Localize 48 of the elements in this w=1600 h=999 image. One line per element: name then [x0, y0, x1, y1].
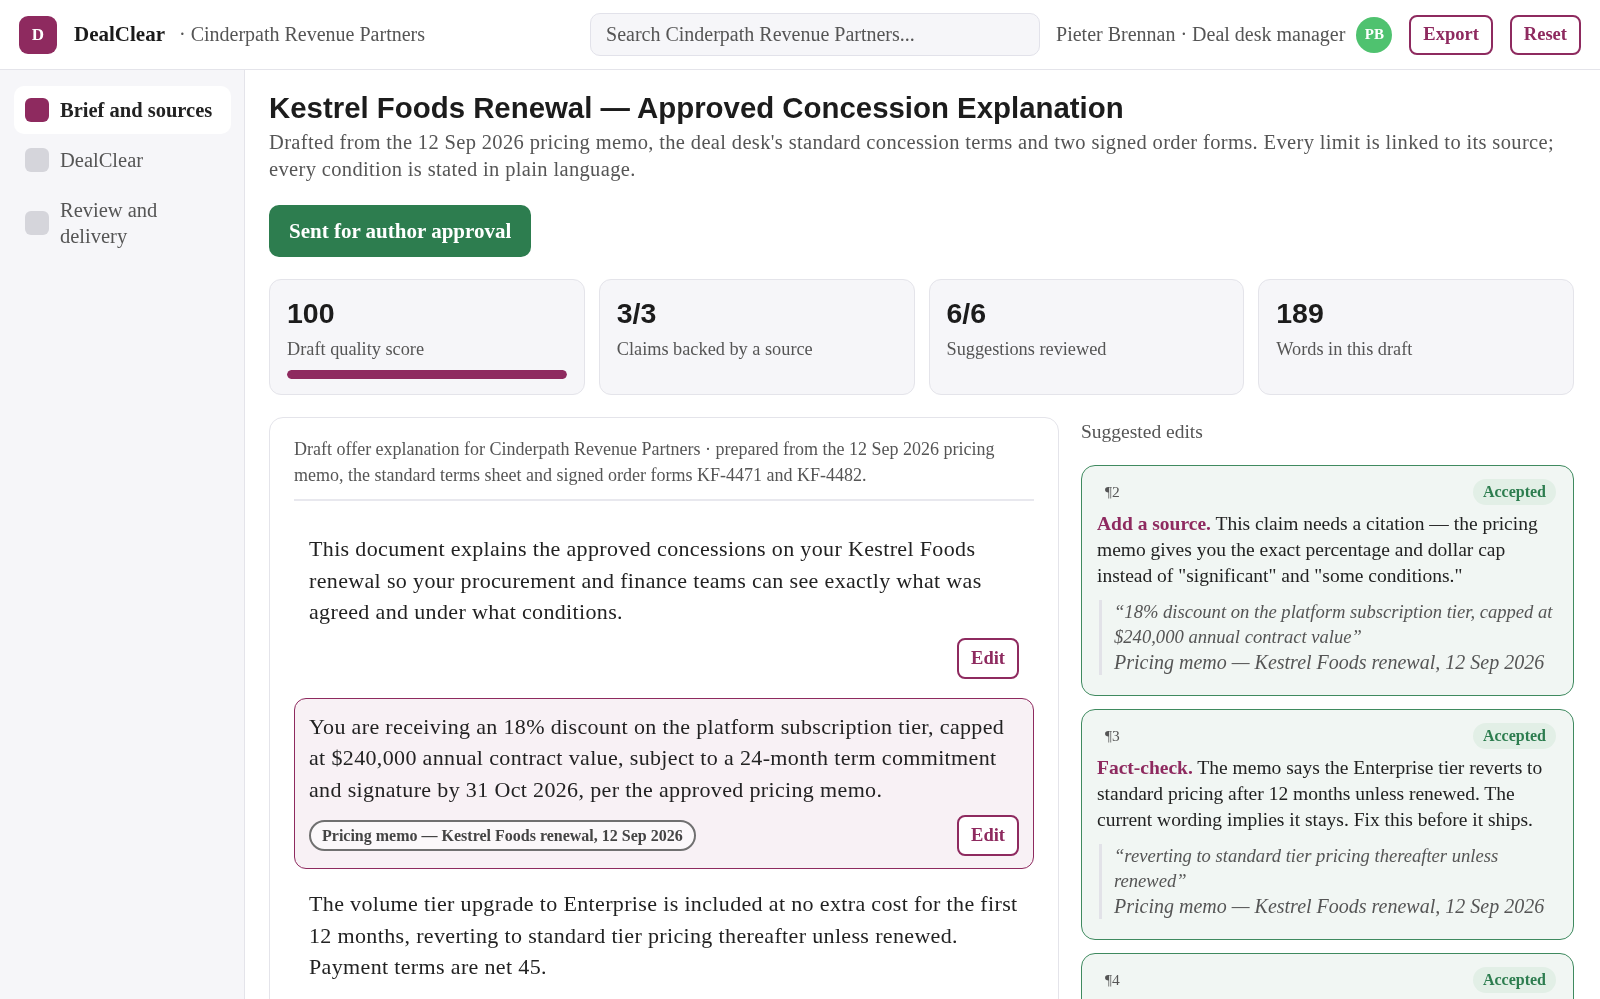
- search-field[interactable]: Search Cinderpath Revenue Partners...: [590, 13, 1040, 56]
- sidebar-item[interactable]: Brief and sources: [14, 86, 231, 134]
- edit-button[interactable]: Edit: [957, 637, 1019, 679]
- paragraph-text: This document explains the approved concessions on your Kestrel Foods renewal so your procurement and finance teams can see exactly what was agreed and under what conditions.: [309, 535, 983, 626]
- suggestion-text: Fact-check. The memo says the Enterprise tier reverts to standard pricing after 12 months unless renewed. The current wording implies it stays. Fix this before it ships.: [1097, 756, 1544, 832]
- stat-value: 189: [1276, 296, 1325, 330]
- page-description: Drafted from the 12 Sep 2026 pricing memo, the deal desk's standard concession terms and two signed order forms. Every limit is linked to its source; every condition is stated in plain language.: [269, 130, 1555, 182]
- user-avatar: PB: [1356, 16, 1393, 53]
- paragraph-ref: ¶3: [1104, 727, 1120, 745]
- paragraph-text: The volume tier upgrade to Enterprise is included at no extra cost for the first 12 months, reverting to standard tier pricing thereafter unless renewed. Payment terms are net 45.: [309, 890, 1019, 981]
- user-name: Pieter Brennan · Deal desk manager: [1056, 23, 1346, 46]
- sidebar-item[interactable]: Review and delivery: [14, 186, 231, 260]
- quote-source: Pricing memo — Kestrel Foods renewal, 12 Sep 2026: [1114, 894, 1546, 919]
- quote-text: “reverting to standard tier pricing thereafter unless renewed”: [1114, 844, 1500, 893]
- stat-label: Suggestions reviewed: [946, 338, 1108, 360]
- paragraph-ref: ¶4: [1104, 971, 1120, 989]
- stat-label: Claims backed by a source: [616, 338, 814, 360]
- square-icon: [25, 148, 49, 172]
- suggestions-heading: Suggested edits: [1081, 420, 1204, 444]
- paragraph-text: You are receiving an 18% discount on the platform subscription tier, capped at $240,000 annual contract value, subject to a 24-month term commitment and signature by 31 Oct 2026, per the approved pricing memo.: [309, 712, 1006, 804]
- workspace-name: · Cinderpath Revenue Partners: [178, 23, 425, 46]
- reset-button[interactable]: Reset: [1509, 14, 1581, 55]
- sidebar-item[interactable]: DealClear: [14, 136, 231, 184]
- source-chip[interactable]: Pricing memo — Kestrel Foods renewal, 12 Sep 2026: [309, 820, 696, 851]
- paragraph-block[interactable]: [294, 697, 1034, 869]
- paragraph-block[interactable]: This document explains the approved concessions on your Kestrel Foods renewal so your procurement and finance teams can see exactly what was agreed and under what conditions. Edit: [294, 520, 1034, 692]
- square-icon: [25, 211, 49, 235]
- paragraph-ref: ¶2: [1104, 483, 1120, 501]
- quote-text: “18% discount on the platform subscription tier, capped at $240,000 annual contract value”: [1114, 600, 1554, 649]
- export-button[interactable]: Export: [1409, 14, 1493, 55]
- page-title: Kestrel Foods Renewal — Approved Concession Explanation: [269, 90, 1125, 126]
- stat-value: 3/3: [616, 296, 658, 330]
- draft-header: Draft offer explanation for Cinderpath Revenue Partners · prepared from the 12 Sep 2026 pricing memo, the standard terms sheet and signed order forms KF-4471 and KF-4482.: [294, 436, 1034, 501]
- status-badge: Accepted: [1472, 723, 1556, 749]
- status-badge: Accepted: [1472, 967, 1556, 993]
- stat-label: Draft quality score: [287, 338, 426, 360]
- square-icon: [25, 98, 49, 122]
- paragraph-block[interactable]: The volume tier upgrade to Enterprise is included at no extra cost for the first 12 months, reverting to standard tier pricing thereafter unless renewed. Payment terms are net 45.: [294, 875, 1034, 996]
- stat-value: 6/6: [946, 296, 988, 330]
- edit-button[interactable]: Edit: [957, 815, 1019, 856]
- approval-status-button[interactable]: Sent for author approval: [269, 205, 532, 257]
- app-logo: D: [19, 15, 57, 54]
- quote-source: Pricing memo — Kestrel Foods renewal, 12 Sep 2026: [1114, 650, 1546, 675]
- status-badge: Accepted: [1472, 479, 1556, 505]
- stat-label: Words in this draft: [1276, 338, 1414, 360]
- stat-value: 100: [287, 296, 336, 330]
- app-name: DealClear: [74, 22, 165, 47]
- suggestion-text: Add a source. This claim needs a citation — the pricing memo gives you the exact percentage and dollar cap instead of "significant" and "some conditions.": [1097, 512, 1539, 588]
